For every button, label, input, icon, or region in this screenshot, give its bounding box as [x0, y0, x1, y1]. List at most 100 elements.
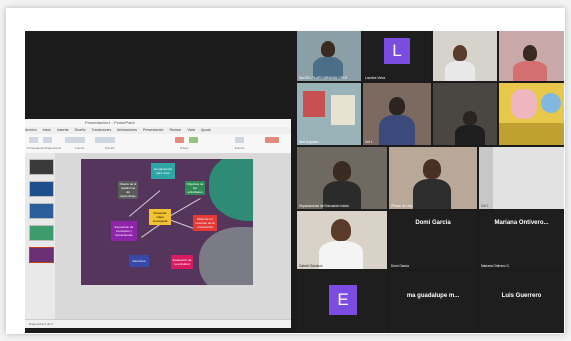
participant-video — [513, 61, 547, 81]
participant-display-name: ma guadalupe m... — [406, 293, 460, 299]
participant-name: Itzel Anguiano — [299, 140, 320, 144]
slide-thumbnail-2[interactable] — [29, 181, 54, 197]
participant-video — [319, 241, 363, 269]
participant-display-name: Mariana Ontivero... — [494, 220, 549, 226]
slide-node[interactable]: Evaluación de la actividad — [171, 255, 193, 269]
participant-video — [463, 111, 477, 125]
participant-tile[interactable]: Departamento de Educación Inicial — [297, 147, 387, 209]
tab-presentacion[interactable]: Presentación — [143, 128, 163, 132]
slide-node[interactable]: Elaborar un resumen de la conferencia — [193, 215, 217, 231]
tab-ayuda[interactable]: Ayuda — [201, 128, 211, 132]
new-slide-icon[interactable] — [43, 137, 52, 143]
participant-name: Gabriel Sánchez — [299, 264, 323, 268]
ppt-status-bar: Diapositiva 5 de 5 — [25, 319, 291, 328]
participant-video — [453, 45, 467, 61]
group-parrafo: Párrafo — [105, 146, 115, 150]
background-object — [479, 147, 493, 209]
participant-name: iPhone de Lety — [391, 204, 413, 208]
participant-tile[interactable] — [433, 83, 497, 145]
participant-video — [445, 61, 475, 81]
slide-thumbnail-4[interactable] — [29, 225, 54, 241]
tab-vista[interactable]: Vista — [187, 128, 195, 132]
participant-tile[interactable]: MA DEL PILAR CARVAJAL CRUZ — [297, 31, 361, 81]
participant-display-name: Domi Garcia — [415, 220, 451, 226]
screenshot-frame: Presentación1 - PowerPoint Archivo Inici… — [6, 8, 565, 334]
arrange-icon[interactable] — [189, 137, 198, 143]
participant-tile[interactable]: Domi Garcia Domi García — [389, 211, 477, 269]
participant-tile[interactable]: L Lourdes Veloz — [363, 31, 431, 81]
font-box[interactable] — [65, 137, 85, 143]
video-call-window: Presentación1 - PowerPoint Archivo Inici… — [25, 31, 564, 333]
ppt-ribbon-tabs: Archivo Inicio Insertar Diseño Transicio… — [25, 127, 291, 134]
participant-tile[interactable]: Cel 2 — [479, 147, 564, 209]
background-object — [331, 95, 355, 125]
participant-name: Cel 2 — [481, 204, 489, 208]
slide-counter: Diapositiva 5 de 5 — [29, 322, 53, 326]
group-fuente: Fuente — [75, 146, 85, 150]
participant-display-name: Luis Guerrero — [501, 293, 542, 299]
slide-node[interactable]: Diseño de la plataforma del aprendizaje — [118, 181, 138, 199]
participant-name: Lourdes Veloz — [365, 76, 386, 80]
participant-video — [455, 125, 485, 145]
paste-icon[interactable] — [29, 137, 38, 143]
slide-thumbnail-5[interactable] — [29, 247, 54, 263]
slide-node[interactable]: Herramientas para crear — [151, 163, 175, 179]
slide-thumbnails — [25, 153, 56, 319]
participant-name: Cel 1 — [365, 140, 373, 144]
decorative-shape — [209, 159, 253, 221]
group-diapositivas: Diapositivas — [45, 146, 62, 150]
participant-tile[interactable] — [499, 83, 564, 145]
slide-node-center[interactable]: Presentar mapa conceptual — [149, 209, 171, 225]
find-icon[interactable] — [235, 137, 244, 143]
powerpoint-window: Presentación1 - PowerPoint Archivo Inici… — [25, 119, 291, 328]
participant-name: MA DEL PILAR CARVAJAL CRUZ — [299, 76, 348, 80]
participant-tile[interactable]: Cel 1 — [363, 83, 431, 145]
participant-tile[interactable]: iPhone de Lety — [389, 147, 477, 209]
participant-video — [523, 45, 537, 61]
participant-tile[interactable]: E — [297, 271, 387, 333]
participant-tile[interactable]: Gabriel Sánchez — [297, 211, 387, 269]
participant-video — [423, 159, 441, 179]
ppt-title: Presentación1 - PowerPoint — [85, 120, 135, 125]
group-edicion: Edición — [235, 146, 245, 150]
participant-video — [321, 41, 335, 57]
slide-node[interactable]: Objetivos de las actividades — [185, 181, 205, 195]
ppt-ribbon: Portapapeles Diapositivas Fuente Párrafo… — [25, 134, 291, 154]
slide-node[interactable]: Recursos — [129, 255, 149, 267]
paragraph-box[interactable] — [95, 137, 115, 143]
tab-animaciones[interactable]: Animaciones — [117, 128, 137, 132]
tab-archivo[interactable]: Archivo — [25, 128, 37, 132]
participant-name: Domi García — [391, 264, 409, 268]
tab-inicio[interactable]: Inicio — [43, 128, 51, 132]
background-object — [303, 91, 325, 117]
participant-tile[interactable]: Luis Guerrero — [479, 271, 564, 333]
participant-tile[interactable]: Mariana Ontivero... Mariana Ontivero G. — [479, 211, 564, 269]
tab-transiciones[interactable]: Transiciones — [92, 128, 112, 132]
background-object — [541, 93, 561, 113]
participant-video — [389, 97, 405, 115]
participant-tile[interactable]: ma guadalupe m... — [389, 271, 477, 333]
tab-revisar[interactable]: Revisar — [169, 128, 181, 132]
participant-video — [413, 179, 451, 209]
avatar: E — [329, 285, 357, 315]
screen-share-area: Presentación1 - PowerPoint Archivo Inici… — [25, 31, 291, 333]
slide-node[interactable]: Exposición de conceptos y herramientas — [111, 221, 137, 241]
slide-thumbnail-1[interactable] — [29, 159, 54, 175]
participant-tile[interactable] — [499, 31, 564, 81]
tab-insertar[interactable]: Insertar — [57, 128, 69, 132]
share-button[interactable] — [265, 137, 279, 143]
participant-tile[interactable]: Itzel Anguiano — [297, 83, 361, 145]
group-portapapeles: Portapapeles — [27, 146, 45, 150]
decorative-shape — [199, 227, 253, 285]
participant-name: Mariana Ontivero G. — [481, 264, 510, 268]
participant-tile[interactable] — [433, 31, 497, 81]
slide-thumbnail-3[interactable] — [29, 203, 54, 219]
tab-diseno[interactable]: Diseño — [75, 128, 86, 132]
background-object — [499, 123, 564, 145]
participant-video — [379, 115, 415, 145]
shape-icon[interactable] — [175, 137, 184, 143]
current-slide[interactable]: Presentar mapa conceptual Diseño de la p… — [81, 159, 253, 285]
participant-video — [331, 219, 351, 241]
participant-name: Departamento de Educación Inicial — [299, 204, 349, 208]
background-object — [511, 89, 537, 119]
